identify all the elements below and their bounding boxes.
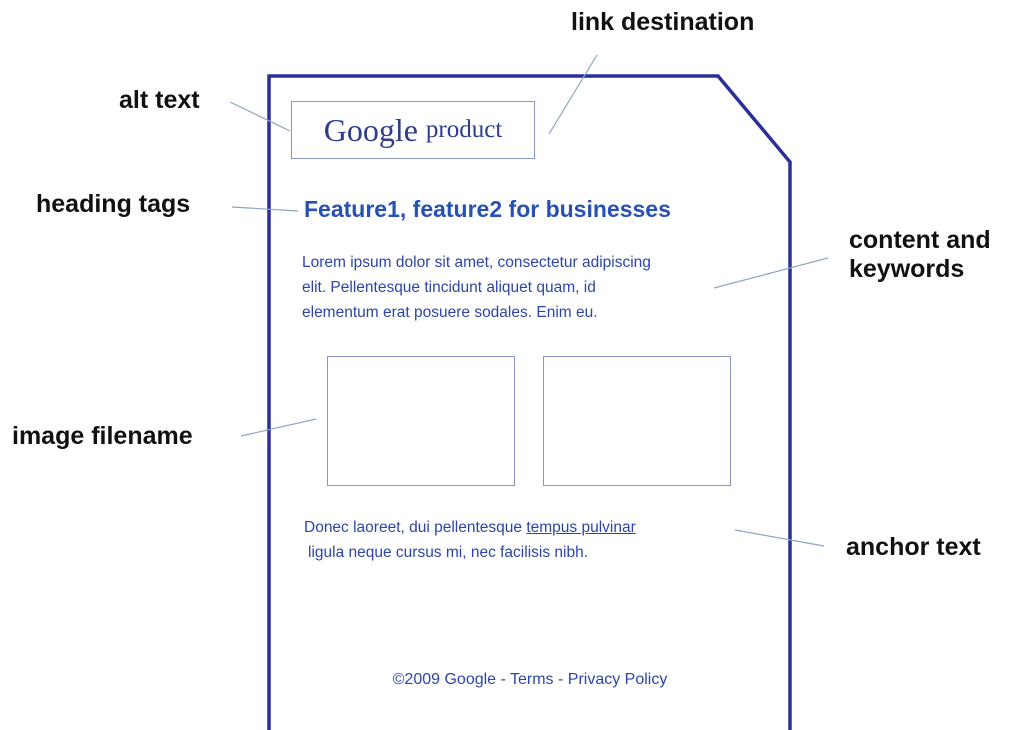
alt-text-leader (229, 101, 291, 132)
heading-tags-leader (231, 206, 299, 212)
content-keywords-line1: content and (849, 226, 991, 254)
paragraph-line: elementum erat posuere sodales. Enim eu. (302, 304, 598, 321)
anchor-link[interactable]: tempus pulvinar (526, 519, 635, 536)
second-paragraph-line1: Donec laoreet, dui pellentesque tempus p… (304, 515, 636, 540)
footer-terms-link[interactable]: Terms (510, 671, 554, 688)
footer-separator: - (553, 671, 568, 688)
heading-tags-label: heading tags (36, 190, 191, 218)
page-heading: Feature1, feature2 for businesses (304, 196, 671, 222)
logo-word: Google (323, 111, 418, 148)
second-paragraph-text: Donec laoreet, dui pellentesque (304, 519, 527, 536)
page-footer: ©2009 Google - Terms - Privacy Policy (270, 671, 790, 689)
anchor-text-label: anchor text (846, 533, 981, 561)
paragraph-line: Lorem ipsum dolor sit amet, consectetur … (302, 254, 651, 271)
content-paragraph: Lorem ipsum dolor sit amet, consectetur … (302, 250, 651, 325)
image-filename-label: image filename (12, 422, 193, 450)
second-paragraph: Donec laoreet, dui pellentesque tempus p… (304, 515, 636, 565)
link-destination-label: link destination (571, 8, 755, 36)
image-placeholder-left (327, 356, 515, 486)
image-placeholder-right (543, 356, 731, 486)
logo-product-text: product (425, 116, 503, 143)
footer-separator: - (496, 671, 510, 688)
anchor-text-leader (734, 529, 825, 547)
image-filename-leader (240, 418, 317, 437)
link-destination-leader (548, 54, 598, 135)
content-keywords-label: content and keywords (849, 226, 991, 284)
alt-text-label: alt text (119, 86, 200, 114)
logo-image[interactable]: Google product (291, 101, 535, 159)
footer-privacy-link[interactable]: Privacy Policy (568, 671, 668, 688)
content-keywords-leader (713, 257, 829, 289)
footer-copyright: ©2009 Google (392, 671, 497, 688)
second-paragraph-line2: ligula neque cursus mi, nec facilisis ni… (308, 544, 588, 561)
content-keywords-line2: keywords (849, 254, 965, 283)
paragraph-line: elit. Pellentesque tincidunt aliquet qua… (302, 279, 596, 296)
